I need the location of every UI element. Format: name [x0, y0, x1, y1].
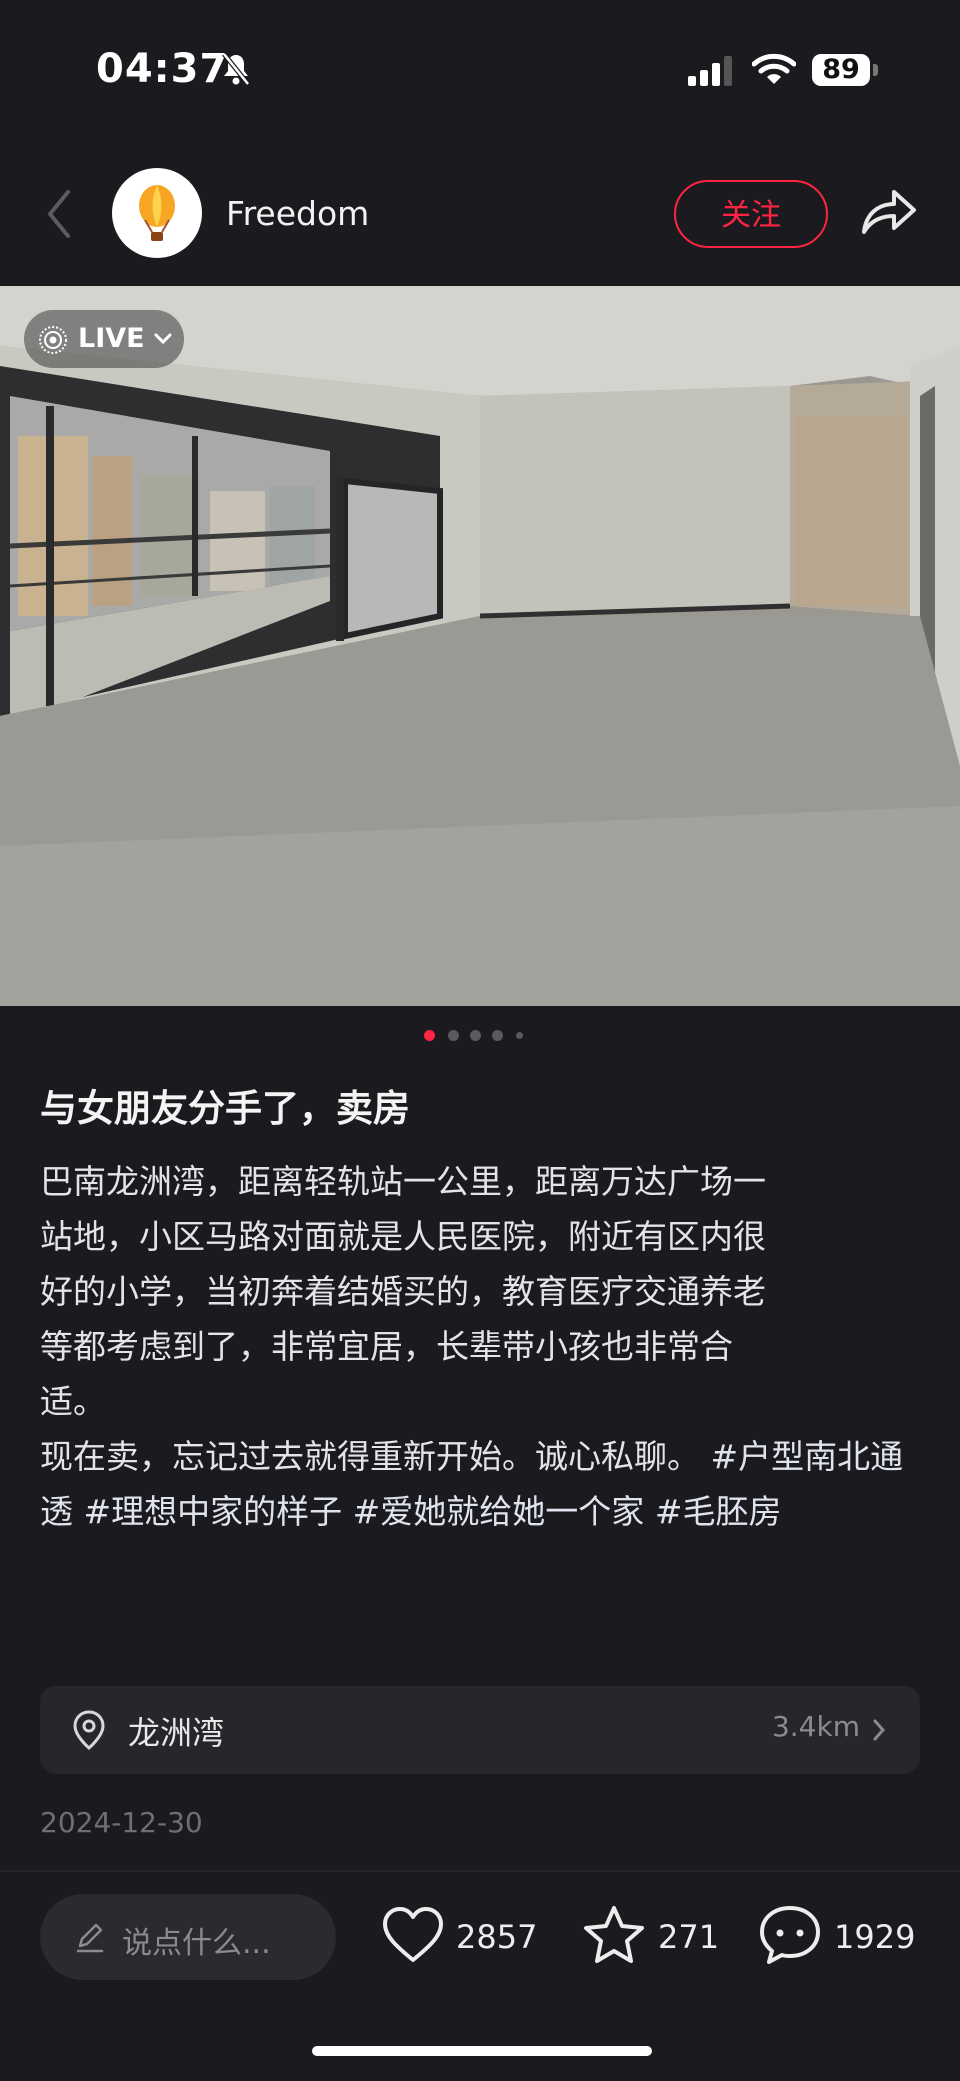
- body-line: 适。: [40, 1382, 106, 1421]
- author-name[interactable]: Freedom: [226, 194, 369, 233]
- status-time: 04:37: [96, 46, 229, 92]
- location-pin-icon: [73, 1710, 105, 1750]
- back-chevron-icon[interactable]: [44, 188, 74, 240]
- live-label: LIVE: [78, 323, 145, 354]
- heart-icon[interactable]: [382, 1906, 444, 1964]
- location-name: 龙洲湾: [128, 1714, 225, 1752]
- pagination-dot: [516, 1032, 523, 1039]
- body-line: 好的小学，当初奔着结婚买的，教育医疗交通养老: [40, 1272, 766, 1311]
- comment-bubble-icon[interactable]: [758, 1904, 822, 1966]
- pencil-icon: [76, 1923, 104, 1953]
- home-indicator[interactable]: [312, 2046, 652, 2056]
- post-photo[interactable]: [0, 286, 960, 1006]
- mute-bell-icon: [222, 52, 250, 86]
- star-icon[interactable]: [582, 1904, 646, 1966]
- hot-air-balloon-icon: [139, 185, 175, 241]
- pagination-dot: [492, 1030, 503, 1041]
- divider: [0, 1870, 960, 1872]
- body-line: 站地，小区马路对面就是人民医院，附近有区内很: [40, 1217, 766, 1256]
- author-avatar[interactable]: [112, 168, 202, 258]
- post-date: 2024-12-30: [40, 1806, 203, 1839]
- pagination-dot: [448, 1030, 459, 1041]
- like-count: 2857: [456, 1918, 538, 1956]
- follow-button[interactable]: 关注: [674, 180, 828, 248]
- hashtag-link[interactable]: #毛胚房: [655, 1492, 782, 1531]
- live-photo-icon: [39, 326, 67, 354]
- body-line: 巴南龙洲湾，距离轻轨站一公里，距离万达广场一: [40, 1162, 766, 1201]
- share-icon[interactable]: [860, 186, 918, 238]
- location-card[interactable]: 龙洲湾 3.4km: [40, 1686, 920, 1774]
- live-photo-badge[interactable]: LIVE: [24, 310, 184, 368]
- pagination-dot-active: [424, 1030, 435, 1041]
- wifi-icon: [752, 53, 796, 84]
- hashtag-link[interactable]: #爱她就给她一个家: [353, 1492, 645, 1531]
- chevron-right-icon: [873, 1719, 886, 1741]
- hashtag-link[interactable]: #理想中家的样子: [84, 1492, 343, 1531]
- post-title: 与女朋友分手了，卖房: [40, 1087, 410, 1130]
- post-body: 巴南龙洲湾，距离轻轨站一公里，距离万达广场一 站地，小区马路对面就是人民医院，附…: [40, 1154, 925, 1539]
- battery-indicator: 89: [812, 54, 870, 86]
- comment-count: 1929: [834, 1918, 916, 1956]
- comment-input[interactable]: 说点什么...: [40, 1894, 336, 1980]
- pagination-dot: [470, 1030, 481, 1041]
- body-line: 现在卖，忘记过去就得重新开始。诚心私聊。 #户型南北通透 #理想中家的样子 #爱…: [40, 1437, 904, 1531]
- body-line: 等都考虑到了，非常宜居，长辈带小孩也非常合: [40, 1327, 733, 1366]
- battery-cap: [873, 64, 878, 76]
- comment-placeholder: 说点什么...: [122, 1926, 271, 1961]
- location-distance: 3.4km: [771, 1710, 860, 1743]
- cellular-signal-icon: [688, 56, 732, 86]
- chevron-down-icon: [154, 333, 172, 345]
- collect-count: 271: [658, 1918, 720, 1956]
